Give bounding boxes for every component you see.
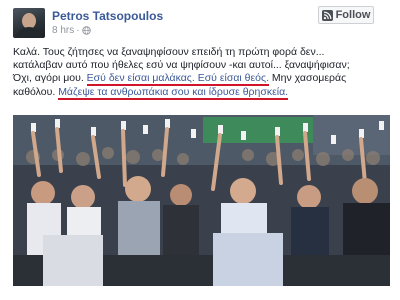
avatar-shoulders <box>15 27 43 38</box>
facebook-post: Petros Tatsopoulos 8 hrs · Follow Καλά. … <box>0 0 400 300</box>
crowd-photo <box>13 115 390 286</box>
post-text-line-3: Όχι, αγόρι μου. Εσύ δεν είσαι μαλάκας. Ε… <box>13 72 393 87</box>
post-text-line-3-start: Όχι, αγόρι μου. <box>13 72 87 85</box>
highlighted-phrase-2: Μάζεψε τα ανθρωπάκια σου και ίδρυσε θρησ… <box>58 85 289 100</box>
post-photo[interactable] <box>13 115 390 286</box>
post-text-line-4: καθόλου. Μάζεψε τα ανθρωπάκια σου και ίδ… <box>13 85 393 100</box>
follow-label: Follow <box>335 9 371 21</box>
meta-separator: · <box>76 25 80 36</box>
post-meta: 8 hrs · <box>52 25 91 36</box>
post-timestamp[interactable]: 8 hrs <box>52 25 74 36</box>
globe-icon <box>81 26 91 35</box>
post-text: Καλά. Τους ζήτησες να ξαναψηφίσουν επειδ… <box>13 46 393 100</box>
post-text-line-2: κατάλαβαν αυτό που ήθελες εσύ να ψηφίσου… <box>13 59 350 72</box>
rss-icon <box>321 9 333 21</box>
follow-button[interactable]: Follow <box>318 6 374 24</box>
post-text-line-4-start: καθόλου. <box>13 85 59 98</box>
post-text-line-1: Καλά. Τους ζήτησες να ξαναψηφίσουν επειδ… <box>13 46 325 58</box>
author-avatar[interactable] <box>13 8 45 38</box>
author-name[interactable]: Petros Tatsopoulos <box>52 9 163 23</box>
highlighted-phrase-1: Εσύ δεν είσαι μαλάκας. Εσύ είσαι θεός. <box>86 72 269 87</box>
post-text-line-3-end: Μην χασομεράς <box>269 72 347 85</box>
